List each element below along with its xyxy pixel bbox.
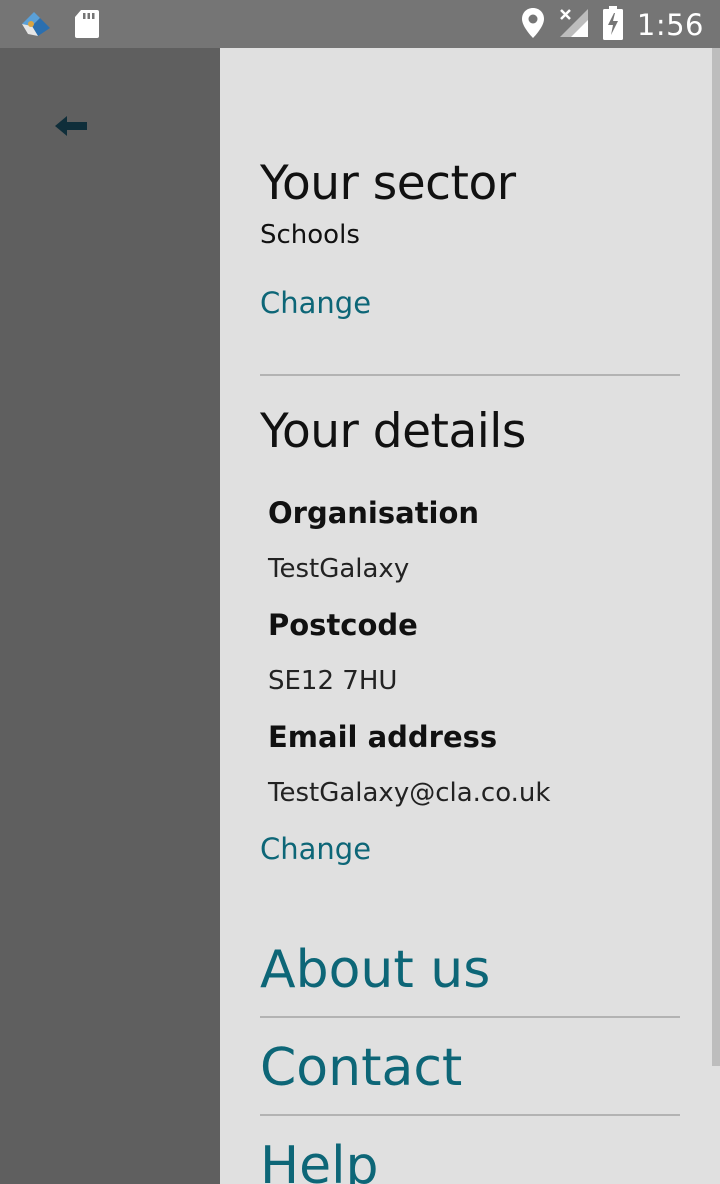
- back-button[interactable]: [52, 110, 92, 146]
- email-value: TestGalaxy@cla.co.uk: [268, 778, 551, 808]
- battery-charging-icon: [602, 6, 623, 44]
- change-sector-link[interactable]: Change: [260, 286, 371, 320]
- postcode-value: SE12 7HU: [268, 666, 398, 696]
- divider: [260, 374, 680, 376]
- status-bar: 1:56: [0, 0, 720, 48]
- back-arrow-icon: [55, 114, 89, 142]
- contact-link[interactable]: Contact: [260, 1038, 462, 1098]
- scrollbar[interactable]: [712, 48, 720, 1066]
- no-signal-icon: [559, 8, 589, 42]
- navigation-drawer: Your sector Schools Change Your details …: [220, 48, 720, 1184]
- email-label: Email address: [268, 720, 498, 754]
- clock: 1:56: [636, 8, 704, 42]
- details-title: Your details: [260, 404, 526, 459]
- location-icon: [521, 7, 545, 43]
- divider: [260, 1016, 680, 1018]
- postcode-label: Postcode: [268, 608, 418, 642]
- sector-value: Schools: [260, 220, 360, 250]
- app-logo-icon: [18, 8, 54, 44]
- sd-card-icon: [74, 9, 100, 43]
- help-link[interactable]: Help: [260, 1136, 379, 1184]
- organisation-label: Organisation: [268, 496, 480, 530]
- sector-title: Your sector: [260, 156, 516, 211]
- drawer-scrim[interactable]: [0, 48, 220, 1184]
- organisation-value: TestGalaxy: [268, 554, 410, 584]
- change-details-link[interactable]: Change: [260, 832, 371, 866]
- divider: [260, 1114, 680, 1116]
- about-us-link[interactable]: About us: [260, 940, 490, 1000]
